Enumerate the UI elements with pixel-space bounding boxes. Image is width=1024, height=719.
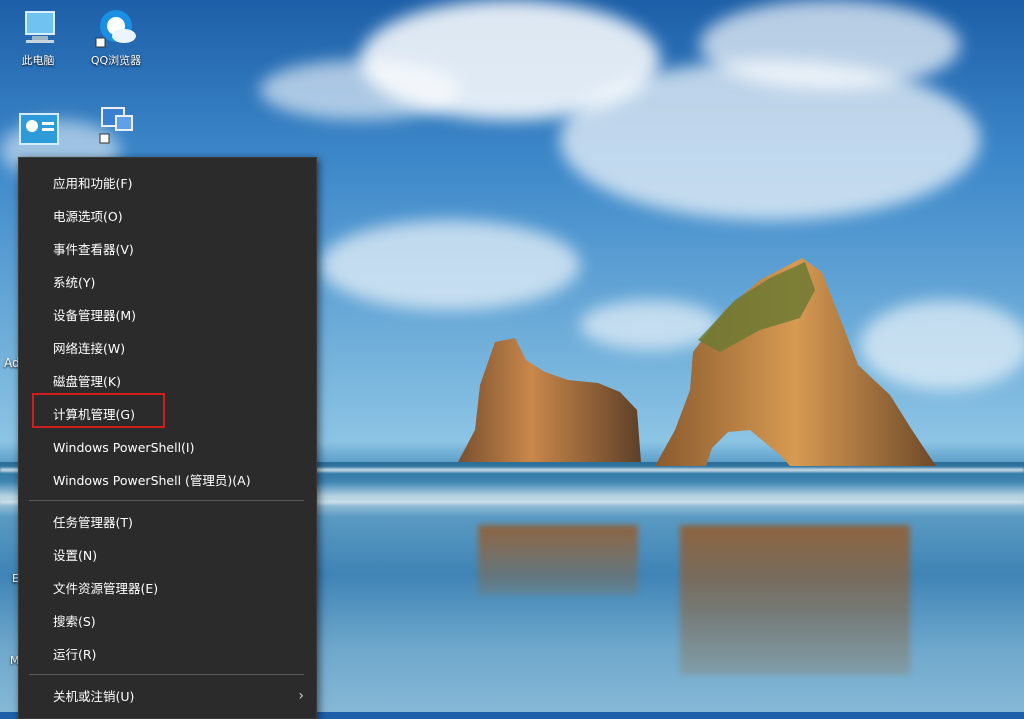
menu-item-powershell[interactable]: Windows PowerShell(I) [19, 431, 316, 464]
menu-item-file-explorer[interactable]: 文件资源管理器(E) [19, 572, 316, 605]
menu-item-task-manager[interactable]: 任务管理器(T) [19, 506, 316, 539]
menu-item-shutdown-signout[interactable]: 关机或注销(U) › [19, 680, 316, 713]
desktop-icon-this-pc[interactable]: 此电脑 [8, 8, 68, 68]
menu-item-apps-features[interactable]: 应用和功能(F) [19, 167, 316, 200]
menu-item-system[interactable]: 系统(Y) [19, 266, 316, 299]
menu-item-network-connections[interactable]: 网络连接(W) [19, 332, 316, 365]
control-panel-icon [16, 110, 60, 150]
menu-item-event-viewer[interactable]: 事件查看器(V) [19, 233, 316, 266]
menu-item-powershell-admin[interactable]: Windows PowerShell (管理员)(A) [19, 464, 316, 497]
network-icon [94, 104, 138, 144]
menu-item-label: 关机或注销(U) [53, 689, 135, 704]
menu-item-search[interactable]: 搜索(S) [19, 605, 316, 638]
computer-icon [16, 8, 60, 48]
qq-browser-icon [94, 8, 138, 48]
menu-item-run[interactable]: 运行(R) [19, 638, 316, 671]
desktop-icon-label: QQ浏览器 [90, 54, 142, 67]
desktop-icon-network[interactable] [86, 104, 146, 148]
menu-item-settings[interactable]: 设置(N) [19, 539, 316, 572]
winx-context-menu: 应用和功能(F) 电源选项(O) 事件查看器(V) 系统(Y) 设备管理器(M)… [18, 157, 317, 719]
menu-separator [29, 500, 304, 501]
highlight-box [32, 393, 165, 428]
menu-separator [29, 674, 304, 675]
desktop-icon-label: 此电脑 [21, 54, 55, 67]
menu-item-power-options[interactable]: 电源选项(O) [19, 200, 316, 233]
chevron-right-icon: › [298, 688, 304, 704]
desktop-icon-qq-browser[interactable]: QQ浏览器 [86, 8, 146, 68]
menu-item-device-manager[interactable]: 设备管理器(M) [19, 299, 316, 332]
desktop-icon-control-panel[interactable] [8, 110, 68, 154]
